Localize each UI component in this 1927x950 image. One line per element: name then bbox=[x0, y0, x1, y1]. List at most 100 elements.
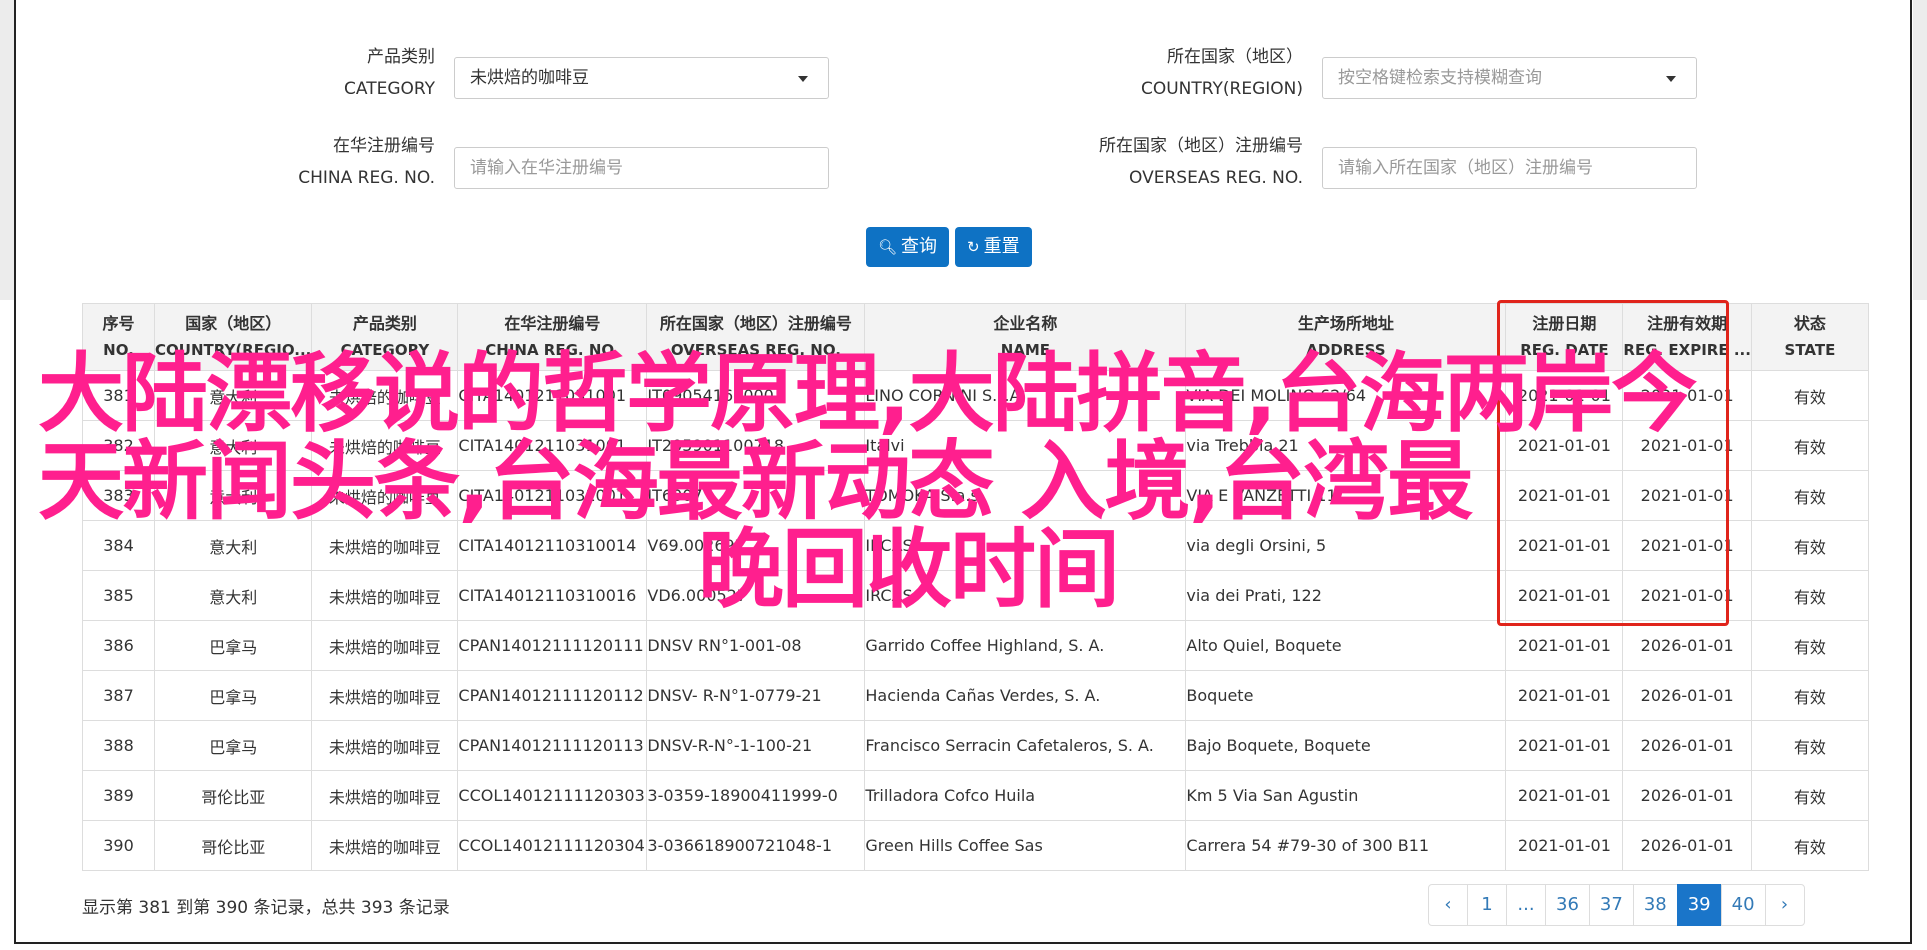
header-no-en: NO. bbox=[103, 341, 134, 359]
cell-name: TOMOKA S.a.s bbox=[864, 470, 1187, 521]
country-select[interactable]: 按空格键检索支持模糊查询 bbox=[1322, 57, 1697, 99]
header-category[interactable]: 产品类别 CATEGORY bbox=[311, 303, 459, 371]
date-columns-highlight-box bbox=[1497, 300, 1729, 626]
table-row[interactable]: 387 巴拿马 未烘焙的咖啡豆 CPAN14012111120112 DNSV-… bbox=[82, 670, 1869, 721]
reset-button[interactable]: ↻ 重置 bbox=[955, 227, 1032, 267]
pagination-page[interactable]: 1 bbox=[1467, 884, 1507, 926]
china-reg-input[interactable]: 请输入在华注册编号 bbox=[454, 147, 829, 189]
cell-name: IRCAS bbox=[864, 570, 1187, 621]
cell-no: 387 bbox=[82, 670, 155, 721]
category-label-cn: 产品类别 bbox=[367, 47, 435, 67]
cell-category: 未烘焙的咖啡豆 bbox=[311, 420, 459, 471]
overseas-reg-input[interactable]: 请输入所在国家（地区）注册编号 bbox=[1322, 147, 1697, 189]
header-category-cn: 产品类别 bbox=[352, 314, 417, 333]
cell-state: 有效 bbox=[1750, 370, 1869, 421]
cell-china-reg: CITA1401211031001 bbox=[457, 420, 648, 471]
country-select-placeholder: 按空格键检索支持模糊查询 bbox=[1338, 68, 1542, 88]
cell-reg-date: 2021-01-01 bbox=[1505, 720, 1624, 771]
header-country[interactable]: 国家（地区） COUNTRY(REGIO... bbox=[153, 303, 313, 371]
table-row[interactable]: 390 哥伦比亚 未烘焙的咖啡豆 CCOL14012111120304 3-03… bbox=[82, 820, 1869, 871]
cell-overseas-reg: DNSV-R-N°-1-100-21 bbox=[646, 720, 866, 771]
cell-state: 有效 bbox=[1750, 420, 1869, 471]
pagination-page[interactable]: 40 bbox=[1720, 884, 1766, 926]
search-button-label: 查询 bbox=[901, 236, 938, 257]
cell-no: 386 bbox=[82, 620, 155, 671]
cell-china-reg: CPAN14012111120113 bbox=[457, 720, 648, 771]
cell-overseas-reg: V69.002697 bbox=[646, 520, 866, 571]
pagination-next[interactable]: › bbox=[1764, 884, 1805, 926]
cell-name: IRCAS bbox=[864, 520, 1187, 571]
header-country-en: COUNTRY(REGIO... bbox=[155, 341, 312, 359]
cell-overseas-reg: DNSV- R-N°1-0779-21 bbox=[646, 670, 866, 721]
header-category-en: CATEGORY bbox=[340, 341, 430, 359]
cell-address: Boquete bbox=[1185, 670, 1507, 721]
category-select[interactable]: 未烘焙的咖啡豆 bbox=[454, 57, 829, 99]
cell-expire: 2026-01-01 bbox=[1622, 770, 1752, 821]
cell-country: 巴拿马 bbox=[153, 670, 313, 721]
cell-country: 巴拿马 bbox=[153, 620, 313, 671]
table-row[interactable]: 389 哥伦比亚 未烘焙的咖啡豆 CCOL14012111120303 3-03… bbox=[82, 770, 1869, 821]
cell-country: 意大利 bbox=[153, 420, 313, 471]
header-overseas-reg-en: OVERSEAS REG. NO. bbox=[670, 341, 841, 359]
header-state-en: STATE bbox=[1784, 341, 1836, 359]
cell-no: 381 bbox=[82, 370, 155, 421]
cell-state: 有效 bbox=[1750, 670, 1869, 721]
cell-china-reg: CITA14012110310014 bbox=[457, 520, 648, 571]
cell-country: 意大利 bbox=[153, 520, 313, 571]
search-button[interactable]: 🔍︎ 查询 bbox=[866, 227, 950, 267]
cell-address: Km 5 Via San Agustin bbox=[1185, 770, 1507, 821]
cell-china-reg: CPAN14012111120111 bbox=[457, 620, 648, 671]
header-china-reg[interactable]: 在华注册编号 CHINA REG. NO. bbox=[457, 303, 648, 371]
header-name-cn: 企业名称 bbox=[993, 314, 1058, 333]
pagination-page-active[interactable]: 39 bbox=[1676, 884, 1722, 926]
cell-country: 哥伦比亚 bbox=[153, 770, 313, 821]
category-select-value: 未烘焙的咖啡豆 bbox=[470, 68, 589, 88]
overseas-reg-label: 所在国家（地区）注册编号 OVERSEAS REG. NO. bbox=[963, 130, 1303, 194]
header-no[interactable]: 序号 NO. bbox=[82, 303, 155, 371]
cell-address: VIA DEI MOLINO 62/64 bbox=[1185, 370, 1507, 421]
overseas-reg-label-en: OVERSEAS REG. NO. bbox=[1129, 168, 1303, 188]
header-overseas-reg[interactable]: 所在国家（地区）注册编号 OVERSEAS REG. NO. bbox=[646, 303, 866, 371]
cell-overseas-reg: IT205901100718 bbox=[646, 420, 866, 471]
cell-no: 389 bbox=[82, 770, 155, 821]
cell-address: via Trebbia 21 bbox=[1185, 420, 1507, 471]
cell-expire: 2026-01-01 bbox=[1622, 620, 1752, 671]
category-label-en: CATEGORY bbox=[344, 79, 435, 99]
cell-category: 未烘焙的咖啡豆 bbox=[311, 620, 459, 671]
cell-overseas-reg: VD6.000527 bbox=[646, 570, 866, 621]
cell-expire: 2026-01-01 bbox=[1622, 720, 1752, 771]
header-address[interactable]: 生产场所地址 ADDRESS bbox=[1185, 303, 1507, 371]
pagination-page[interactable]: 38 bbox=[1632, 884, 1678, 926]
pagination-prev[interactable]: ‹ bbox=[1428, 884, 1468, 926]
cell-overseas-reg: 3-0359-18900411999-0 bbox=[646, 770, 866, 821]
table-row[interactable]: 386 巴拿马 未烘焙的咖啡豆 CPAN14012111120111 DNSV … bbox=[82, 620, 1869, 671]
header-china-reg-cn: 在华注册编号 bbox=[504, 314, 601, 333]
cell-address: Carrera 54 #79-30 of 300 B11 bbox=[1185, 820, 1507, 871]
header-state[interactable]: 状态 STATE bbox=[1750, 303, 1869, 371]
cell-category: 未烘焙的咖啡豆 bbox=[311, 770, 459, 821]
cell-china-reg: CITA1401211031001 bbox=[457, 470, 648, 521]
table-row[interactable]: 388 巴拿马 未烘焙的咖啡豆 CPAN14012111120113 DNSV-… bbox=[82, 720, 1869, 771]
header-name[interactable]: 企业名称 NAME bbox=[864, 303, 1187, 371]
pagination-ellipsis[interactable]: ... bbox=[1506, 884, 1546, 926]
country-label: 所在国家（地区） COUNTRY(REGION) bbox=[1063, 41, 1303, 105]
cell-china-reg: CCOL14012111120303 bbox=[457, 770, 648, 821]
cell-name: Italvi bbox=[864, 420, 1187, 471]
china-reg-placeholder: 请输入在华注册编号 bbox=[470, 158, 623, 178]
cell-state: 有效 bbox=[1750, 820, 1869, 871]
search-icon: 🔍︎ bbox=[878, 238, 898, 256]
pagination-page[interactable]: 37 bbox=[1588, 884, 1634, 926]
cell-reg-date: 2021-01-01 bbox=[1505, 820, 1624, 871]
cell-country: 意大利 bbox=[153, 570, 313, 621]
cell-state: 有效 bbox=[1750, 620, 1869, 671]
cell-overseas-reg: IT09054160000 bbox=[646, 370, 866, 421]
pagination-page[interactable]: 36 bbox=[1545, 884, 1590, 926]
cell-overseas-reg: IT6007 bbox=[646, 470, 866, 521]
cell-name: Garrido Coffee Highland, S. A. bbox=[864, 620, 1187, 671]
cell-category: 未烘焙的咖啡豆 bbox=[311, 570, 459, 621]
window-edge-right bbox=[1913, 0, 1927, 300]
cell-china-reg: CITA1401211031001 bbox=[457, 370, 648, 421]
header-address-cn: 生产场所地址 bbox=[1297, 314, 1394, 333]
cell-state: 有效 bbox=[1750, 720, 1869, 771]
cell-address: via dei Prati, 122 bbox=[1185, 570, 1507, 621]
